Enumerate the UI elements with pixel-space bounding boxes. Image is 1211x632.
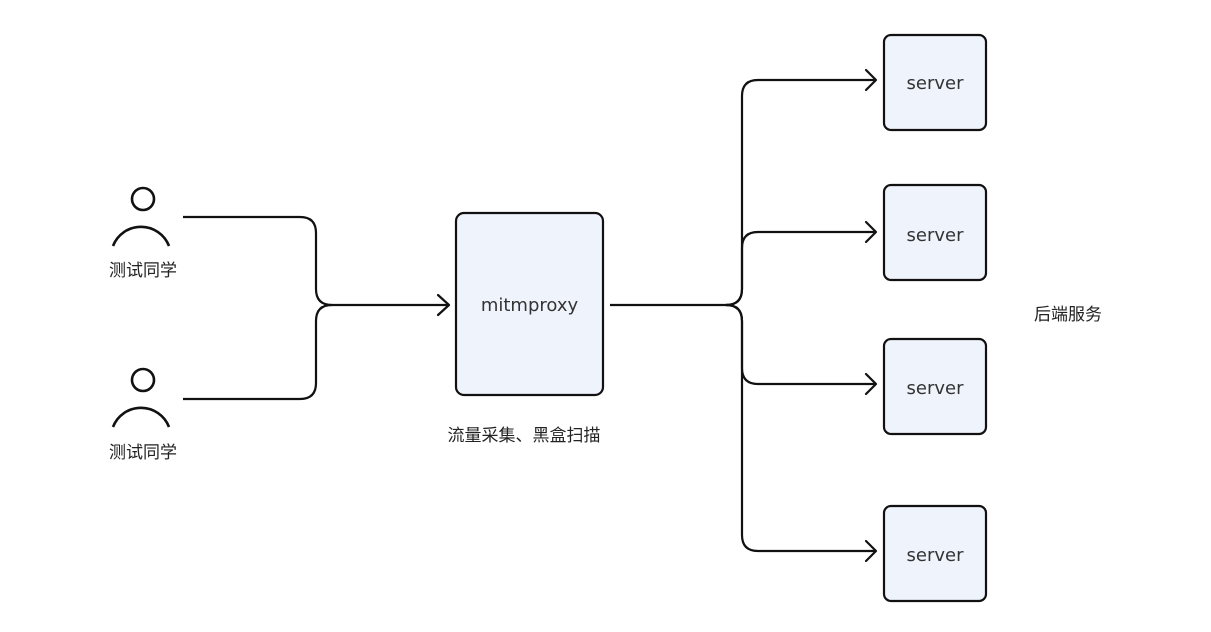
server-label: server xyxy=(907,225,965,246)
user-1-connector xyxy=(183,215,448,307)
person-icon xyxy=(111,367,171,428)
user-node-1: 测试同学 xyxy=(109,186,177,281)
architecture-diagram: 测试同学 测试同学 mitmproxy 流量采集、黑盒扫描 server ser… xyxy=(109,33,1102,603)
user-label: 测试同学 xyxy=(109,443,177,463)
user-2-connector xyxy=(183,303,333,401)
server-node-4: server xyxy=(882,504,988,603)
proxy-server-2-connector xyxy=(725,230,875,307)
person-icon xyxy=(111,186,171,247)
server-node-1: server xyxy=(882,33,988,132)
proxy-server-4-connector xyxy=(725,303,875,553)
server-node-2: server xyxy=(882,183,988,282)
backend-label: 后端服务 xyxy=(1034,305,1102,325)
server-label: server xyxy=(907,545,965,566)
user-label: 测试同学 xyxy=(109,261,177,281)
server-label: server xyxy=(907,378,965,399)
proxy-label: mitmproxy xyxy=(481,295,579,316)
server-node-3: server xyxy=(882,337,988,436)
proxy-server-3-connector xyxy=(725,303,875,386)
user-node-2: 测试同学 xyxy=(109,367,177,463)
server-label: server xyxy=(907,73,965,94)
proxy-caption: 流量采集、黑盒扫描 xyxy=(448,426,601,446)
proxy-node: mitmproxy xyxy=(454,211,605,397)
